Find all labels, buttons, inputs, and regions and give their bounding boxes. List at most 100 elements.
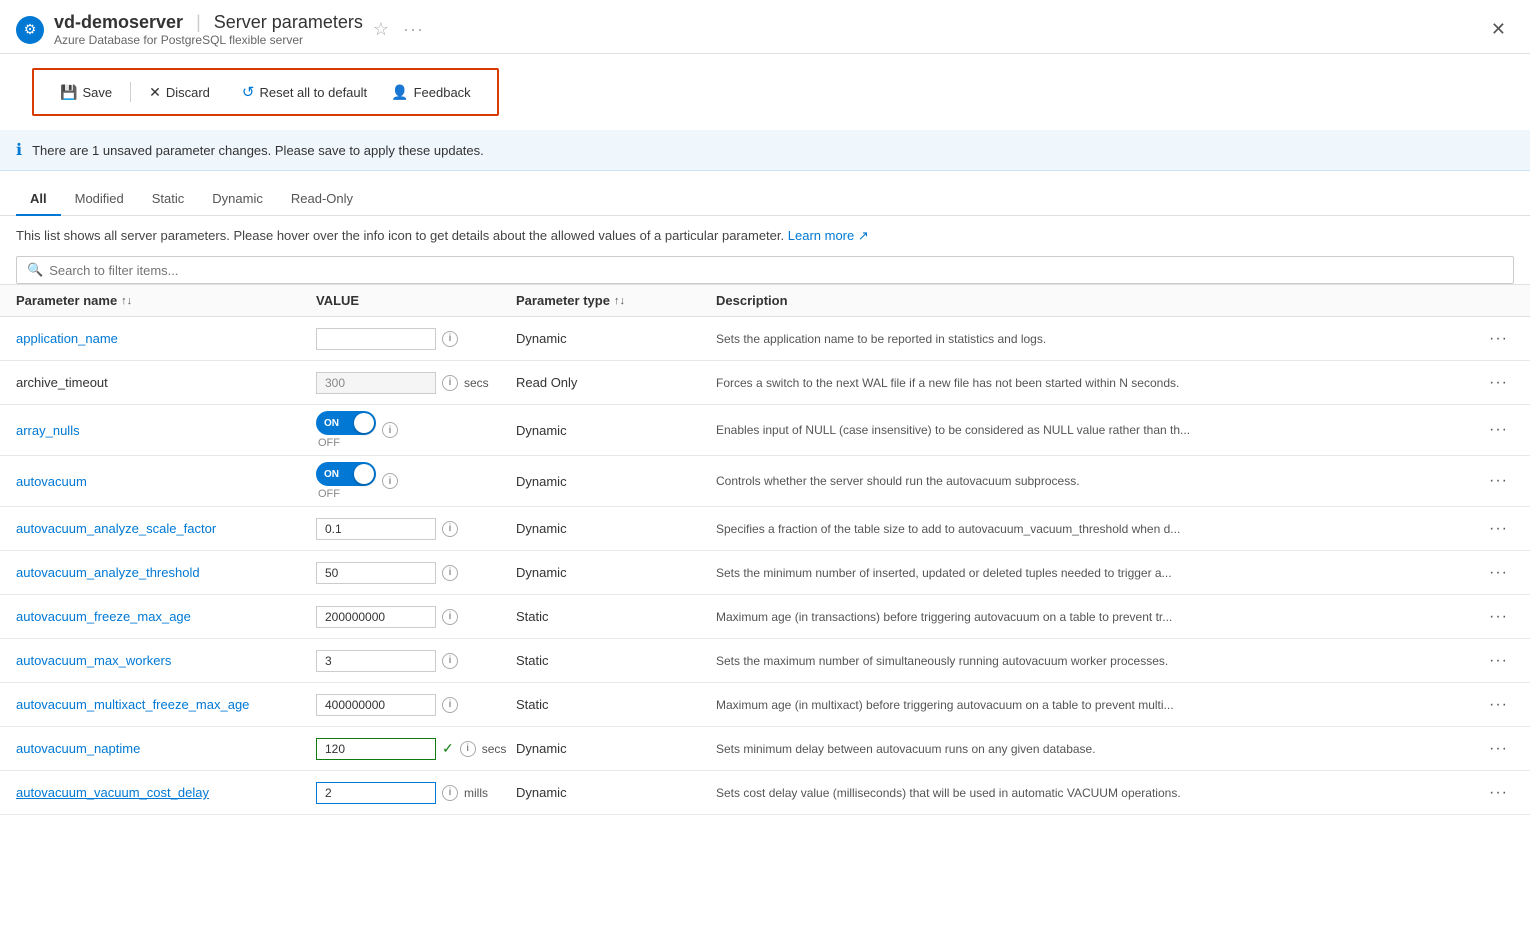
param-type: Read Only	[516, 375, 577, 390]
toggle-switch[interactable]: ON	[316, 462, 376, 486]
table-body: application_nameiDynamicSets the applica…	[0, 317, 1530, 815]
param-name-link[interactable]: autovacuum_analyze_scale_factor	[16, 521, 216, 536]
description-cell: Sets minimum delay between autovacuum ru…	[716, 738, 1514, 760]
search-container[interactable]: 🔍	[16, 256, 1514, 284]
info-circle-icon[interactable]: i	[442, 375, 458, 391]
value-cell: isecs	[316, 372, 516, 394]
feedback-icon: 👤	[391, 84, 408, 101]
row-more-button[interactable]: ···	[1483, 419, 1514, 441]
row-more-button[interactable]: ···	[1483, 650, 1514, 672]
search-input[interactable]	[49, 263, 1503, 278]
param-name-link[interactable]: autovacuum_naptime	[16, 741, 140, 756]
table-row: autovacuum_analyze_thresholdiDynamicSets…	[0, 551, 1530, 595]
value-input[interactable]	[316, 694, 436, 716]
modified-checkmark: ✓	[442, 740, 454, 757]
learn-more-link[interactable]: Learn more ↗	[788, 228, 869, 243]
row-more-button[interactable]: ···	[1483, 694, 1514, 716]
info-circle-icon[interactable]: i	[382, 422, 398, 438]
value-input[interactable]	[316, 782, 436, 804]
discard-icon: ✕	[149, 84, 161, 101]
description-cell: Sets the maximum number of simultaneousl…	[716, 650, 1514, 672]
info-circle-icon[interactable]: i	[442, 653, 458, 669]
favorite-icon[interactable]: ☆	[373, 19, 389, 40]
row-more-button[interactable]: ···	[1483, 606, 1514, 628]
param-type: Dynamic	[516, 423, 567, 438]
value-input[interactable]	[316, 518, 436, 540]
row-more-button[interactable]: ···	[1483, 518, 1514, 540]
toggle-off-label: OFF	[316, 437, 340, 449]
info-circle-icon[interactable]: i	[442, 609, 458, 625]
value-input[interactable]	[316, 650, 436, 672]
table-row: array_nulls ON OFF i Dynamic Enables input of…	[0, 405, 1530, 456]
param-name-link[interactable]: application_name	[16, 331, 118, 346]
param-type: Dynamic	[516, 785, 567, 800]
reset-button[interactable]: ↺ Reset all to default	[232, 78, 377, 106]
value-cell: i	[316, 694, 516, 716]
table-row: autovacuum_multixact_freeze_max_ageiStat…	[0, 683, 1530, 727]
value-cell: ✓isecs	[316, 738, 516, 760]
description-text: Forces a switch to the next WAL file if …	[716, 376, 1179, 390]
description-cell: Sets cost delay value (milliseconds) tha…	[716, 782, 1514, 804]
sort-icon-type[interactable]: ↑↓	[614, 295, 625, 307]
save-button[interactable]: 💾 Save	[50, 79, 122, 106]
value-input[interactable]	[316, 606, 436, 628]
unit-label: secs	[464, 376, 489, 390]
row-more-button[interactable]: ···	[1483, 562, 1514, 584]
value-cell: ONOFF i	[316, 462, 516, 500]
description-text: Sets the minimum number of inserted, upd…	[716, 566, 1172, 580]
description-text: Maximum age (in multixact) before trigge…	[716, 698, 1174, 712]
param-name-link[interactable]: autovacuum_max_workers	[16, 653, 171, 668]
value-input[interactable]	[316, 738, 436, 760]
close-icon[interactable]: ✕	[1483, 15, 1514, 44]
info-circle-icon[interactable]: i	[442, 331, 458, 347]
row-more-button[interactable]: ···	[1483, 372, 1514, 394]
param-name-link[interactable]: array_nulls	[16, 423, 80, 438]
info-circle-icon[interactable]: i	[442, 785, 458, 801]
description-cell: Controls whether the server should run t…	[716, 470, 1514, 492]
param-name-link[interactable]: autovacuum	[16, 474, 87, 489]
tab-readonly[interactable]: Read-Only	[277, 183, 367, 216]
table-header: Parameter name ↑↓ VALUE Parameter type ↑…	[0, 284, 1530, 317]
tab-static[interactable]: Static	[138, 183, 199, 216]
discard-button[interactable]: ✕ Discard	[139, 79, 220, 106]
param-name-link[interactable]: autovacuum_freeze_max_age	[16, 609, 191, 624]
value-input[interactable]	[316, 562, 436, 584]
info-circle-icon[interactable]: i	[442, 697, 458, 713]
tab-all[interactable]: All	[16, 183, 61, 216]
description-text: Sets the maximum number of simultaneousl…	[716, 654, 1168, 668]
header-title-group: vd-demoserver | Server parameters Azure …	[54, 12, 363, 47]
row-more-button[interactable]: ···	[1483, 782, 1514, 804]
info-circle-icon[interactable]: i	[442, 521, 458, 537]
toggle-switch[interactable]: ON	[316, 411, 376, 435]
row-more-button[interactable]: ···	[1483, 738, 1514, 760]
sort-icon-name[interactable]: ↑↓	[121, 295, 132, 307]
info-circle-icon[interactable]: i	[460, 741, 476, 757]
param-name-link[interactable]: autovacuum_vacuum_cost_delay	[16, 785, 209, 800]
table-row: autovacuum_analyze_scale_factoriDynamicS…	[0, 507, 1530, 551]
row-more-button[interactable]: ···	[1483, 328, 1514, 350]
description-text: Specifies a fraction of the table size t…	[716, 522, 1180, 536]
col-header-value: VALUE	[316, 293, 516, 308]
description-text: Sets minimum delay between autovacuum ru…	[716, 742, 1096, 756]
value-input[interactable]	[316, 328, 436, 350]
tab-modified[interactable]: Modified	[61, 183, 138, 216]
description-cell: Sets the application name to be reported…	[716, 328, 1514, 350]
info-circle-icon[interactable]: i	[382, 473, 398, 489]
description-cell: Forces a switch to the next WAL file if …	[716, 372, 1514, 394]
param-name-link[interactable]: autovacuum_multixact_freeze_max_age	[16, 697, 249, 712]
col-header-name: Parameter name ↑↓	[16, 293, 316, 308]
description-text: Enables input of NULL (case insensitive)…	[716, 423, 1190, 437]
row-more-button[interactable]: ···	[1483, 470, 1514, 492]
toggle-container[interactable]: ONOFF	[316, 462, 376, 500]
tab-dynamic[interactable]: Dynamic	[198, 183, 277, 216]
info-circle-icon[interactable]: i	[442, 565, 458, 581]
col-header-description: Description	[716, 293, 1514, 308]
param-name-text: archive_timeout	[16, 375, 108, 390]
more-options-icon[interactable]: ···	[403, 19, 424, 40]
param-name-link[interactable]: autovacuum_analyze_threshold	[16, 565, 200, 580]
toggle-container[interactable]: ON OFF	[316, 411, 376, 449]
param-type: Static	[516, 609, 549, 624]
value-cell: i	[316, 518, 516, 540]
description-text: Sets the application name to be reported…	[716, 332, 1046, 346]
feedback-button[interactable]: 👤 Feedback	[381, 79, 481, 106]
